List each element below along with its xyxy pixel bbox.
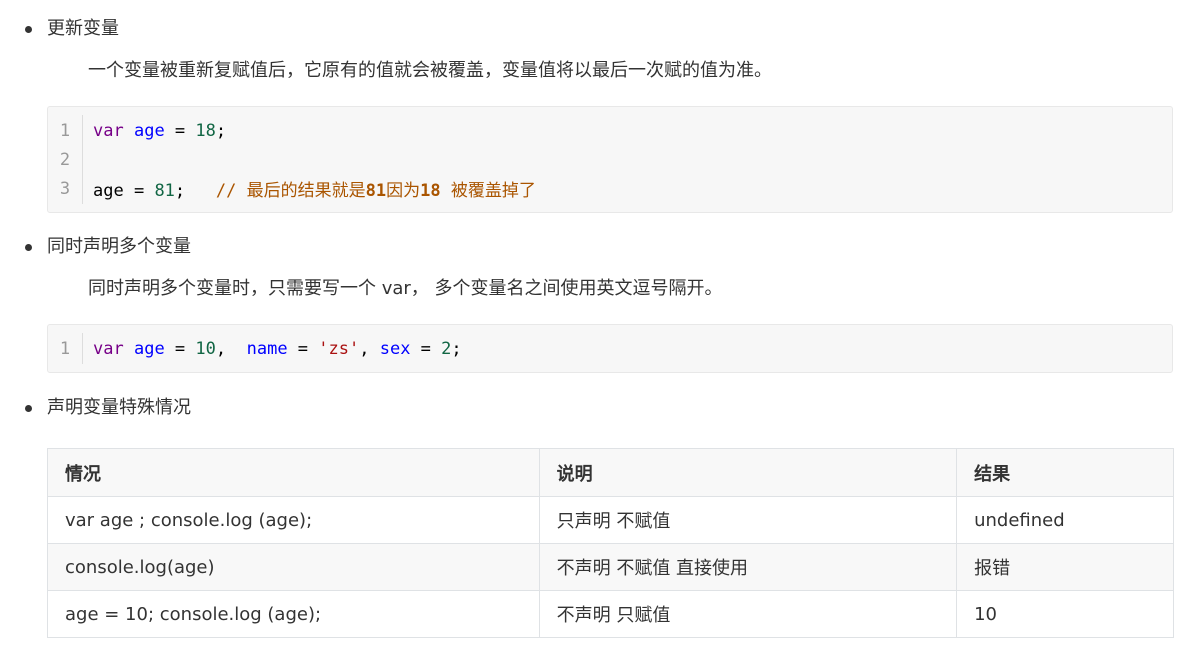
table-cell: 只声明 不赋值 [538,496,958,544]
table-cell: var age ; console.log (age); [47,496,540,544]
separator: , [215,338,247,359]
table-header-row: 情况 说明 结果 [47,448,1174,497]
bullet-item-special-cases: 声明变量特殊情况 [25,396,191,420]
table-header-cell: 结果 [956,448,1174,497]
variable-name: name [246,338,288,359]
variable-name: age [133,338,165,359]
bullet-item-update-variable: 更新变量 [25,17,119,41]
semicolon: ; [174,181,186,201]
comment-number: 81 [365,181,387,201]
code-block-multiple-declaration: 1 var age = 10, name = 'zs', sex = 2; [47,324,1173,373]
table-cell: 不声明 不赋值 直接使用 [538,543,958,591]
bullet-item-multiple-declaration: 同时声明多个变量 [25,235,191,259]
operator: = [164,120,196,141]
table-header-cell: 情况 [47,448,540,497]
semicolon: ; [451,338,462,359]
number-literal: 18 [195,120,216,141]
comment: 因为 [386,181,421,201]
number-literal: 10 [195,338,216,359]
table-cell: undefined [956,496,1174,544]
separator: , [359,338,380,359]
table-cell: age = 10; console.log (age); [47,590,540,638]
comment: // 最后的结果就是 [215,181,366,201]
table-header-cell: 说明 [538,448,958,497]
table-cell: 不声明 只赋值 [538,590,958,638]
operator: = [164,338,196,359]
code-line: 1 var age = 18; [48,116,1172,145]
code-text: var age = 18; [82,121,226,141]
code-line: 2 [48,145,1172,174]
table-row: age = 10; console.log (age); 不声明 只赋值 10 [47,590,1174,638]
code-block-update-variable: 1 var age = 18; 2 3 age = 81; // 最后的结果就是… [47,106,1173,213]
bullet-text: 声明变量特殊情况 [47,397,191,418]
line-number: 3 [59,178,71,199]
special-cases-table: 情况 说明 结果 var age ; console.log (age); 只声… [47,448,1174,638]
code-text: age = 81; // 最后的结果就是81因为18 被覆盖掉了 [82,176,536,201]
operator: = [123,181,155,201]
string-literal: 'zs' [318,338,360,359]
description-update-variable: 一个变量被重新复赋值后，它原有的值就会被覆盖，变量值将以最后一次赋的值为准。 [88,60,772,81]
variable-name: sex [379,338,411,359]
table-cell: 10 [956,590,1174,638]
bullet-dot [25,404,32,412]
variable-name: age [93,181,124,201]
variable-name: age [133,120,165,141]
spacing [185,181,216,201]
code-line: 3 age = 81; // 最后的结果就是81因为18 被覆盖掉了 [48,174,1172,203]
number-literal: 2 [441,338,452,359]
operator: = [410,338,442,359]
number-literal: 81 [154,181,175,201]
line-number: 1 [59,338,71,359]
operator: = [287,338,319,359]
bullet-dot [25,25,32,33]
code-text: var age = 10, name = 'zs', sex = 2; [82,339,462,359]
line-number: 2 [59,149,71,170]
bullet-dot [25,243,32,251]
comment-number: 18 [420,181,441,201]
table-cell: 报错 [956,543,1174,591]
line-number: 1 [59,120,71,141]
keyword: var [93,120,124,141]
table-row: console.log(age) 不声明 不赋值 直接使用 报错 [47,543,1174,591]
keyword: var [93,338,124,359]
comment: 被覆盖掉了 [440,181,536,201]
description-multiple-declaration: 同时声明多个变量时，只需要写一个 var， 多个变量名之间使用英文逗号隔开。 [88,278,723,299]
bullet-text: 同时声明多个变量 [47,236,191,257]
bullet-text: 更新变量 [47,18,119,39]
semicolon: ; [215,120,227,141]
code-line: 1 var age = 10, name = 'zs', sex = 2; [48,334,1172,363]
table-cell: console.log(age) [47,543,540,591]
table-row: var age ; console.log (age); 只声明 不赋值 und… [47,496,1174,544]
